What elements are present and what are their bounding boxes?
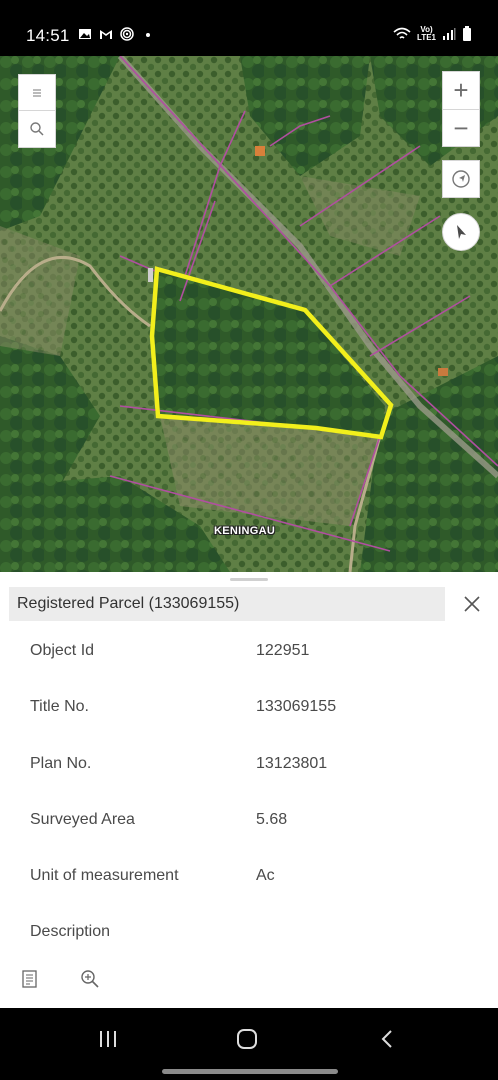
- gallery-icon: [79, 29, 91, 39]
- recents-button[interactable]: [88, 1024, 128, 1054]
- list-icon: [33, 89, 41, 96]
- status-bar: 14:51 Vo) LTE1: [0, 0, 498, 56]
- locate-icon: [452, 170, 470, 188]
- place-label: KENINGAU: [214, 525, 276, 537]
- panel-title: Registered Parcel (133069155): [17, 595, 240, 612]
- signal-icon: [443, 28, 456, 40]
- attribute-row-description: Description: [30, 923, 470, 947]
- panel-header: Registered Parcel (133069155): [9, 587, 445, 621]
- attribute-value: 122951: [256, 642, 310, 659]
- attribute-label: Unit of measurement: [30, 867, 179, 884]
- gmail-icon: [100, 30, 112, 39]
- attribute-row-title-no: Title No. 133069155: [30, 698, 470, 722]
- satellite-imagery: [0, 56, 498, 572]
- wifi-icon: [393, 27, 411, 39]
- zoom-out-button[interactable]: −: [442, 109, 480, 147]
- target-icon: [120, 27, 134, 41]
- locate-button[interactable]: [442, 160, 480, 198]
- gesture-bar[interactable]: [162, 1069, 338, 1074]
- close-icon[interactable]: [462, 594, 482, 614]
- attribute-label: Plan No.: [30, 755, 92, 772]
- map-view[interactable]: KENINGAU + −: [0, 56, 498, 572]
- search-button[interactable]: [18, 110, 56, 148]
- home-icon: [237, 1029, 257, 1049]
- attribute-value: 133069155: [256, 698, 337, 715]
- back-icon: [381, 1030, 392, 1048]
- compass-icon: [457, 225, 466, 239]
- recents-icon: [100, 1031, 116, 1047]
- zoom-in-button[interactable]: +: [442, 71, 480, 109]
- notification-icons: [78, 27, 155, 41]
- navigation-bar: [0, 1008, 498, 1080]
- search-icon: [30, 122, 44, 136]
- attribute-label: Title No.: [30, 698, 89, 715]
- attribute-row-plan-no: Plan No. 13123801: [30, 755, 470, 779]
- back-button[interactable]: [367, 1024, 407, 1054]
- system-icons: Vo) LTE1: [393, 26, 472, 42]
- zoom-to-icon[interactable]: [79, 968, 101, 990]
- feature-panel: Registered Parcel (133069155) Object Id …: [0, 572, 498, 1008]
- drag-handle[interactable]: [230, 578, 268, 581]
- attribute-row-unit: Unit of measurement Ac: [30, 867, 470, 891]
- zoom-in-label: +: [453, 75, 469, 105]
- compass-button[interactable]: [442, 213, 480, 251]
- attribute-row-surveyed-area: Surveyed Area 5.68: [30, 811, 470, 835]
- attribute-value: Ac: [256, 867, 275, 884]
- attribute-label: Object Id: [30, 642, 95, 659]
- home-button[interactable]: [227, 1024, 267, 1054]
- zoom-out-label: −: [453, 112, 469, 143]
- network-type: Vo) LTE1: [417, 26, 436, 42]
- attribute-label: Description: [30, 923, 111, 940]
- status-time: 14:51: [26, 26, 70, 45]
- attribute-label: Surveyed Area: [30, 811, 135, 828]
- battery-icon: [463, 26, 471, 41]
- attribute-value: 13123801: [256, 755, 328, 772]
- layers-button[interactable]: [18, 74, 56, 110]
- document-icon[interactable]: [19, 968, 41, 990]
- lte-label: LTE1: [417, 33, 436, 42]
- attribute-value: 5.68: [256, 811, 288, 828]
- attribute-row-object-id: Object Id 122951: [30, 642, 470, 666]
- dot-icon: [146, 33, 150, 37]
